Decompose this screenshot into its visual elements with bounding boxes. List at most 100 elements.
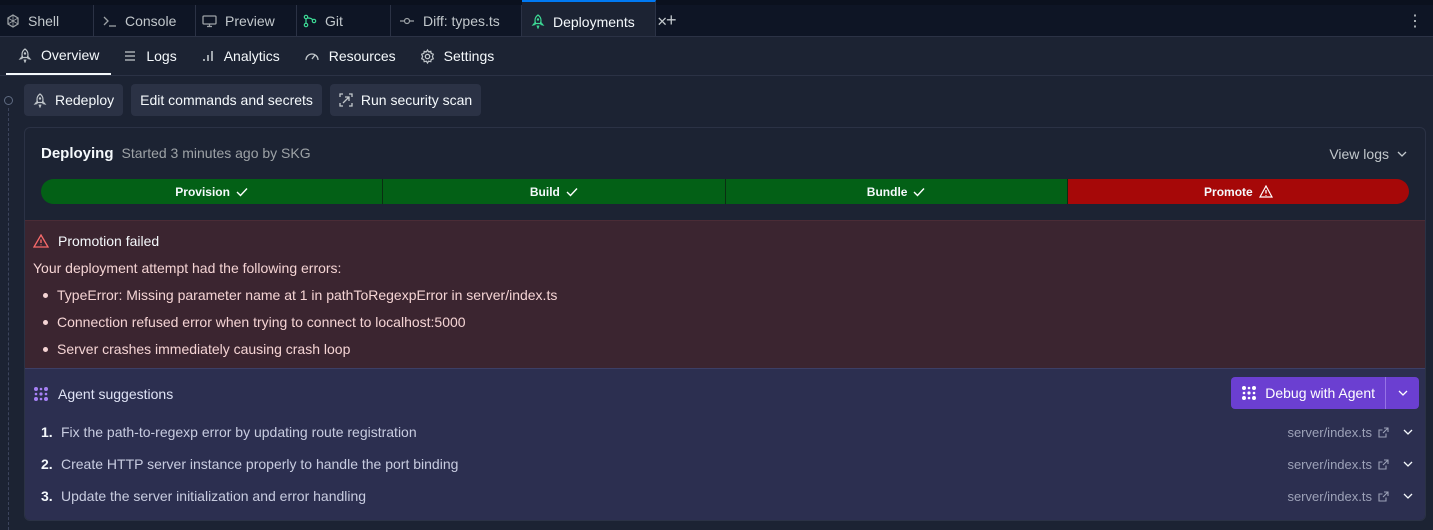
suggestion-file-link[interactable]: server/index.ts	[1287, 425, 1413, 440]
tab-label: Deployments	[553, 13, 635, 30]
tab-label: Analytics	[223, 48, 280, 64]
external-link-icon	[1378, 426, 1389, 438]
check-icon	[236, 187, 248, 197]
scan-icon	[339, 93, 353, 107]
agent-icon	[33, 386, 49, 402]
timeline-node	[4, 96, 13, 105]
tab-label: Settings	[443, 48, 495, 64]
agent-icon	[1241, 385, 1257, 401]
deployments-icon	[33, 92, 47, 108]
suggestion-text: Fix the path-to-regexp error by updating…	[61, 424, 417, 440]
error-item: Connection refused error when trying to …	[42, 308, 557, 335]
error-list: TypeError: Missing parameter name at 1 i…	[42, 281, 557, 362]
stage-label: Promote	[1204, 184, 1253, 199]
stage-promote: Promote	[1067, 179, 1409, 204]
error-panel: Promotion failed Your deployment attempt…	[25, 220, 1425, 368]
stage-label: Bundle	[866, 184, 908, 199]
stage-label: Provision	[175, 184, 230, 199]
suggestion-number: 3.	[41, 488, 53, 504]
tab-label: Resources	[328, 48, 396, 64]
tab-label: Preview	[225, 12, 275, 29]
suggestion-file-link[interactable]: server/index.ts	[1287, 489, 1413, 504]
external-link-icon	[1378, 458, 1389, 470]
tab-analytics[interactable]: Analytics	[189, 37, 292, 75]
chevron-down-icon	[1398, 390, 1408, 396]
deployment-actions: Redeploy Edit commands and secrets Run s…	[24, 84, 482, 116]
suggestion-item[interactable]: 2. Create HTTP server instance properly …	[41, 448, 1413, 480]
redeploy-label: Redeploy	[55, 92, 115, 108]
check-icon	[566, 187, 578, 197]
deployments-icon	[531, 14, 545, 29]
gauge-icon	[304, 49, 320, 63]
tab-preview[interactable]: Preview	[196, 5, 297, 36]
new-tab-button[interactable]: +	[656, 5, 687, 36]
commit-icon	[399, 14, 415, 28]
redeploy-button[interactable]: Redeploy	[24, 84, 124, 116]
suggestion-item[interactable]: 3. Update the server initialization and …	[41, 480, 1413, 512]
bar-chart-icon	[201, 49, 215, 63]
edit-commands-button[interactable]: Edit commands and secrets	[131, 84, 322, 116]
tab-label: Shell	[28, 12, 60, 29]
security-scan-label: Run security scan	[360, 92, 473, 108]
deployment-started: Started 3 minutes ago by SKG	[121, 145, 311, 161]
more-options-icon[interactable]: ⋮	[1407, 11, 1423, 31]
suggestion-file: server/index.ts	[1287, 456, 1372, 472]
tab-console[interactable]: Console	[94, 5, 196, 36]
view-logs-label: View logs	[1329, 146, 1389, 162]
gear-icon	[420, 48, 435, 64]
debug-button-group: Debug with Agent	[1231, 377, 1419, 409]
error-intro: Your deployment attempt had the followin…	[33, 260, 342, 276]
error-title: Promotion failed	[33, 233, 159, 249]
tab-deployments[interactable]: Deployments ✕	[522, 0, 668, 36]
deployment-pipeline: Provision Build Bundle Promote	[41, 179, 1409, 204]
error-title-text: Promotion failed	[58, 233, 160, 249]
list-icon	[123, 49, 137, 63]
suggestion-item[interactable]: 1. Fix the path-to-regexp error by updat…	[41, 416, 1413, 448]
tab-git[interactable]: Git	[297, 5, 391, 36]
tab-resources[interactable]: Resources	[292, 37, 408, 75]
error-item: TypeError: Missing parameter name at 1 i…	[42, 281, 557, 308]
agent-suggestions-title: Agent suggestions	[58, 386, 174, 402]
suggestion-number: 2.	[41, 456, 53, 472]
suggestion-file: server/index.ts	[1287, 424, 1372, 440]
suggestion-text: Create HTTP server instance properly to …	[61, 456, 459, 472]
debug-options-dropdown[interactable]	[1385, 377, 1419, 409]
suggestion-file: server/index.ts	[1287, 488, 1372, 504]
stage-label: Build	[529, 184, 560, 199]
git-branch-icon	[303, 14, 317, 28]
tab-label: Console	[125, 12, 177, 29]
stage-provision: Provision	[41, 179, 384, 204]
deployment-status: Deploying	[41, 145, 114, 162]
shell-icon	[6, 13, 20, 28]
timeline-line	[8, 108, 9, 530]
check-icon	[913, 187, 925, 197]
tab-overview[interactable]: Overview	[6, 37, 112, 75]
debug-with-agent-button[interactable]: Debug with Agent	[1231, 377, 1385, 409]
terminal-icon	[103, 14, 117, 28]
chevron-down-icon	[1397, 151, 1407, 157]
tab-settings[interactable]: Settings	[408, 37, 507, 75]
deployment-card: Deploying Started 3 minutes ago by SKG V…	[24, 127, 1426, 521]
tab-label: Diff: types.ts	[423, 12, 500, 29]
debug-with-agent-label: Debug with Agent	[1265, 385, 1375, 401]
view-logs-button[interactable]: View logs	[1329, 146, 1407, 162]
agent-suggestions-header: Agent suggestions	[33, 386, 173, 402]
suggestion-text: Update the server initialization and err…	[61, 488, 367, 504]
security-scan-button[interactable]: Run security scan	[329, 84, 482, 116]
chevron-down-icon	[1403, 429, 1413, 435]
tab-shell[interactable]: Shell	[0, 5, 94, 36]
warning-icon	[1258, 185, 1273, 198]
monitor-icon	[202, 14, 217, 28]
tab-strip: Shell Console Preview Git Diff: types.ts…	[0, 0, 1433, 37]
tab-label: Git	[325, 12, 343, 29]
tab-diff[interactable]: Diff: types.ts	[391, 5, 522, 36]
chevron-down-icon	[1403, 461, 1413, 467]
tab-label: Logs	[146, 48, 177, 64]
edit-commands-label: Edit commands and secrets	[140, 92, 313, 108]
warning-icon	[33, 234, 49, 248]
suggestion-file-link[interactable]: server/index.ts	[1287, 457, 1413, 472]
tab-logs[interactable]: Logs	[111, 37, 188, 75]
error-item: Server crashes immediately causing crash…	[42, 335, 557, 362]
deployment-subnav: Overview Logs Analytics Resources Settin…	[0, 37, 1433, 76]
agent-suggestions-panel: Agent suggestions Debug with Agent 1. Fi…	[25, 368, 1425, 520]
